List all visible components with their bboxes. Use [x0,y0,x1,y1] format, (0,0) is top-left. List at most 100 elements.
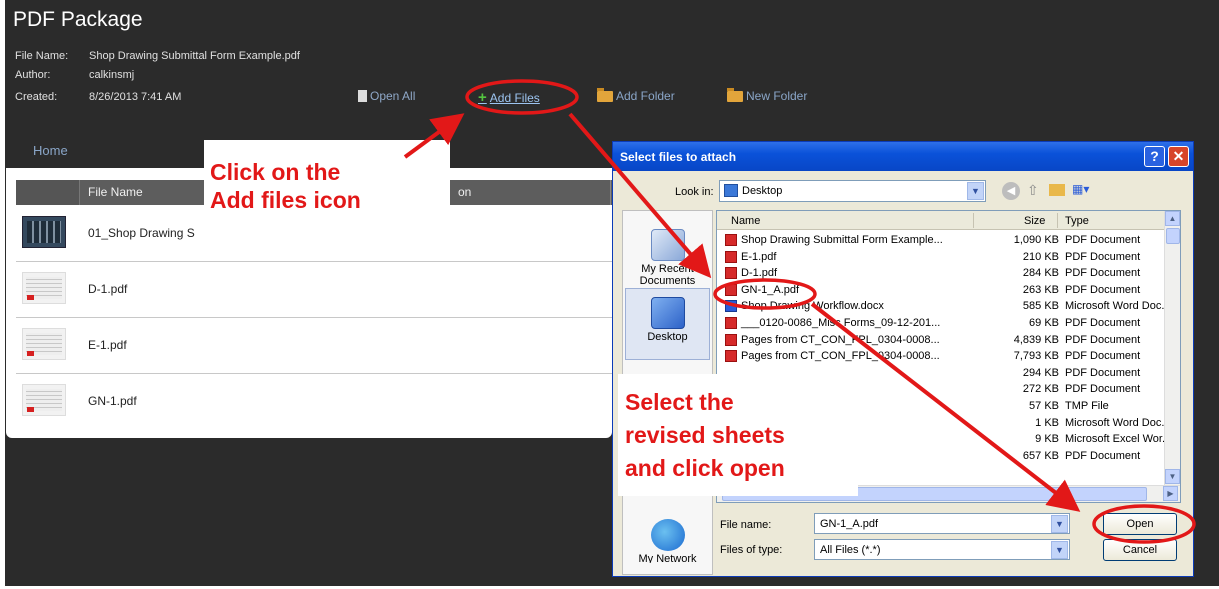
meta-created: Created: 8/26/2013 7:41 AM [15,91,181,103]
chevron-down-icon[interactable]: ▼ [1051,515,1068,533]
file-name-value: Shop Drawing Submittal Form Example.pdf [89,50,300,62]
column-header-name[interactable]: Name [731,215,760,227]
callout-line: revised sheets [625,422,785,448]
open-button[interactable]: Open [1103,513,1177,535]
file-row-type: PDF Document [1065,283,1141,296]
new-folder-button[interactable]: New Folder [727,87,808,103]
scroll-down-icon[interactable]: ▼ [1165,469,1180,484]
scroll-thumb[interactable] [1166,228,1180,244]
file-row-type: Microsoft Word Doc... [1065,300,1171,313]
list-item-name: D-1.pdf [88,282,128,296]
thumbnail-column-header [16,180,80,205]
file-name-input[interactable]: GN-1_A.pdf ▼ [814,513,1070,534]
file-row-name: Pages from CT_CON_FPL_0304-0008... [741,333,940,346]
file-list-header: Name Size Type [717,211,1166,230]
pdf-icon [725,317,737,329]
column-header-file-name[interactable]: File Name [88,185,143,199]
file-row-size: 69 KB [1029,317,1059,329]
add-files-button[interactable]: + Add Files [478,89,540,106]
file-row[interactable]: Shop Drawing Submittal Form Example... 1,… [717,232,1166,248]
look-in-label: Look in: [675,186,714,198]
author-label: Author: [15,69,51,81]
desktop-icon [650,297,685,329]
new-folder-label: New Folder [746,89,808,103]
chevron-down-icon[interactable]: ▼ [1051,541,1068,559]
place-label: Desktop [647,331,688,343]
files-of-type-select[interactable]: All Files (*.*) ▼ [814,539,1070,560]
created-value: 8/26/2013 7:41 AM [89,91,182,103]
thumbnail [22,272,66,304]
close-button[interactable]: ✕ [1168,146,1189,167]
pdf-icon [725,250,737,263]
file-row[interactable]: Pages from CT_CON_FPL_0304-0008... 7,793 … [717,348,1166,364]
file-row[interactable]: ___0120-0086_Misc Forms_09-12-201... 69 K… [717,315,1166,331]
file-row-size: 1,090 KB [1013,234,1059,246]
folder-icon [597,87,613,102]
file-row[interactable]: D-1.pdf 284 KB PDF Document [717,265,1166,281]
file-row-size: 7,793 KB [1013,350,1059,363]
look-in-select[interactable]: Desktop ▼ [719,180,986,202]
add-folder-button[interactable]: Add Folder [597,87,675,103]
file-row-type: PDF Document [1065,366,1141,379]
column-header-size[interactable]: Size [1024,215,1045,227]
file-row-size: 263 KB [1022,283,1059,296]
views-menu-icon[interactable]: ▦▾ [1072,182,1096,200]
file-row[interactable]: Pages from CT_CON_FPL_0304-0008... 4,839 … [717,332,1166,348]
file-row-size: 4,839 KB [1013,333,1059,346]
file-row[interactable]: GN-1_A.pdf 263 KB PDF Document [717,282,1166,298]
column-divider[interactable] [1057,213,1058,228]
file-row-name: GN-1_A.pdf [741,283,800,296]
up-folder-icon[interactable]: ⇧ [1027,182,1039,199]
file-row-name: Pages from CT_CON_FPL_0304-0008... [741,350,940,363]
look-in-value: Desktop [742,185,783,197]
file-row-size: 210 KB [1022,250,1059,263]
instruction-callout-select-open: Select the revised sheets and click open [618,374,858,496]
list-item[interactable]: GN-1.pdf [16,374,612,430]
file-row[interactable]: E-1.pdf 210 KB PDF Document [717,249,1166,265]
callout-line: Click on the [210,159,341,185]
new-folder-icon[interactable] [1049,184,1065,196]
author-value: calkinsmj [89,69,135,81]
tab-home[interactable]: Home [33,143,68,158]
pdf-icon [725,267,737,280]
file-row[interactable]: Shop Drawing Workflow.docx 585 KB Microsof… [717,298,1171,314]
dialog-titlebar[interactable]: Select files to attach ? ✕ [613,142,1193,171]
place-desktop[interactable]: Desktop [625,288,710,360]
file-row-type: Microsoft Excel Wor... [1065,433,1172,446]
cancel-button[interactable]: Cancel [1103,539,1177,561]
pdf-icon [725,350,737,363]
instruction-callout-add-files: Click on the Add files icon [204,140,450,230]
column-divider[interactable] [973,213,974,228]
list-item[interactable]: D-1.pdf [16,262,612,318]
list-item[interactable]: E-1.pdf [16,318,612,374]
file-row-name: D-1.pdf [741,267,778,280]
callout-line: and click open [625,455,785,481]
place-my-recent-documents[interactable]: My Recent Documents [623,221,712,293]
file-row-size: 57 KB [1029,400,1059,412]
file-row-type: PDF Document [1065,383,1141,396]
column-header-description[interactable]: on [458,185,471,199]
scroll-right-icon[interactable]: ▶ [1163,486,1178,501]
help-button[interactable]: ? [1144,146,1165,167]
files-of-type-value: All Files (*.*) [820,544,881,556]
back-icon[interactable]: ◀ [1002,182,1020,200]
word-icon [725,300,737,313]
place-my-network[interactable]: My Network [623,511,712,583]
file-name-label: File Name: [15,50,69,62]
file-row-name: Shop Drawing Submittal Form Example... [741,234,943,246]
column-divider [610,180,611,205]
meta-file-name: File Name: Shop Drawing Submittal Form Ex… [15,50,300,62]
place-label: My Recent Documents [639,263,696,287]
callout-line: Add files icon [210,187,361,213]
file-row-size: 657 KB [1022,449,1059,462]
vertical-scrollbar[interactable]: ▲ ▼ [1164,211,1180,485]
column-header-type[interactable]: Type [1065,215,1089,227]
page-title: PDF Package [13,8,143,31]
chevron-down-icon[interactable]: ▼ [967,182,984,200]
scroll-up-icon[interactable]: ▲ [1165,211,1180,226]
file-name-label: File name: [720,519,772,531]
thumbnail [22,384,66,416]
pdf-icon [725,333,737,346]
open-all-button[interactable]: Open All [358,89,415,103]
file-row-type: PDF Document [1065,350,1141,363]
